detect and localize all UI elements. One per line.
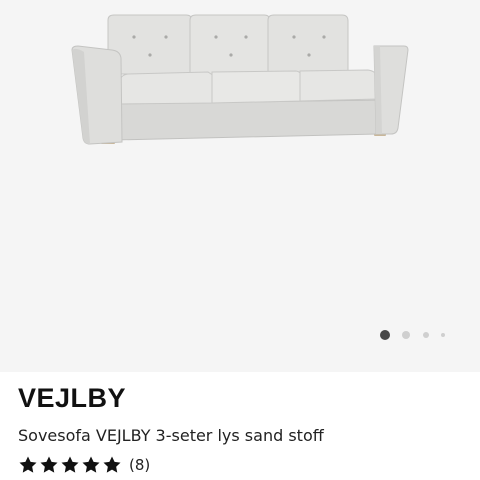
pagination-dot[interactable] [402, 331, 410, 339]
star-icon [82, 456, 100, 473]
pagination-dot-active[interactable] [380, 330, 390, 340]
product-info: VEJLBY Sovesofa VEJLBY 3-seter lys sand … [0, 372, 480, 480]
product-name: VEJLBY [18, 383, 127, 413]
pagination-dot[interactable] [423, 332, 429, 338]
star-icon [19, 456, 37, 473]
star-icon [40, 456, 58, 473]
product-image-gallery[interactable] [0, 0, 480, 372]
star-icon [61, 456, 79, 473]
sofa-illustration [71, 14, 409, 145]
product-description: Sovesofa VEJLBY 3-seter lys sand stoff [18, 426, 324, 445]
star-icon [103, 456, 121, 473]
sofa-image[interactable] [0, 0, 480, 160]
product-screen: VEJLBY Sovesofa VEJLBY 3-seter lys sand … [0, 0, 480, 480]
product-rating[interactable]: (8) [18, 454, 150, 476]
rating-stars [18, 455, 123, 475]
review-count[interactable]: (8) [129, 456, 150, 474]
image-pagination-dots [380, 329, 450, 341]
pagination-dot[interactable] [441, 333, 445, 337]
